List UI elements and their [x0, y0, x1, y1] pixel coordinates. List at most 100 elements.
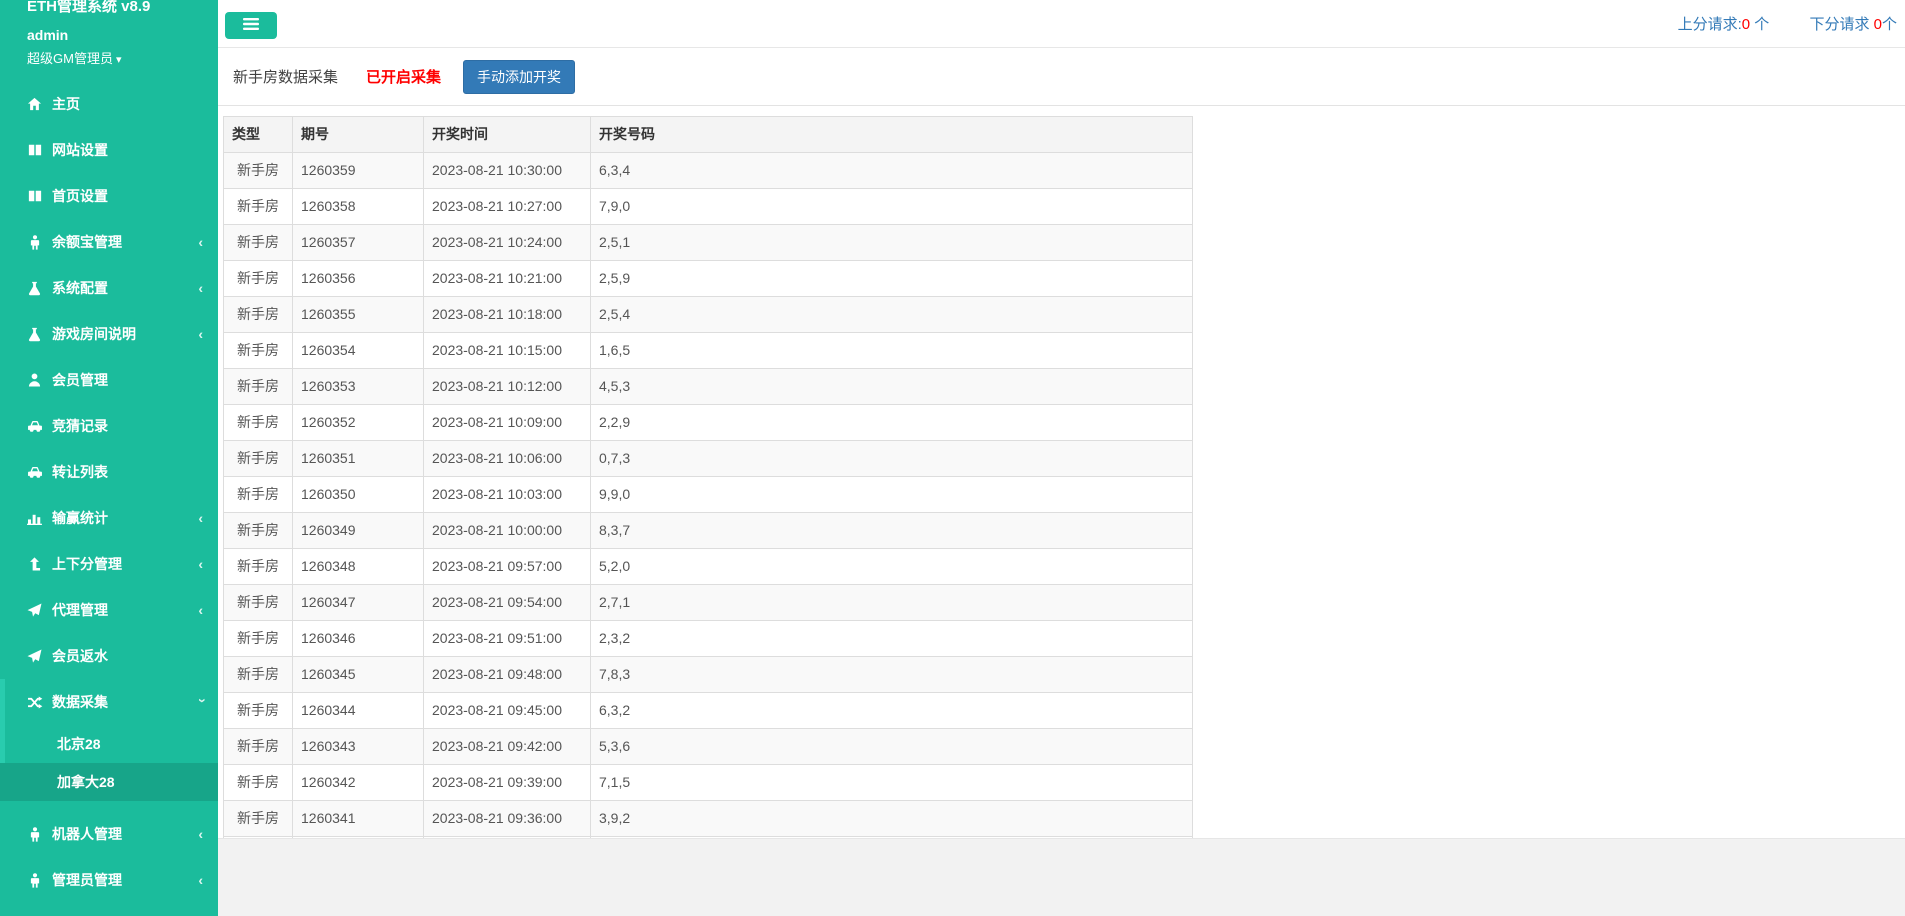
- cell-type: 新手房: [223, 368, 293, 405]
- page-title: 新手房数据采集: [233, 69, 339, 86]
- cell-issue-number: 1260345: [292, 656, 424, 693]
- sidebar-item-member-rebate[interactable]: 会员返水: [0, 633, 218, 679]
- car-icon: [26, 464, 43, 480]
- cell-type: 新手房: [223, 476, 293, 513]
- sidebar-item-admin-management[interactable]: 管理员管理 ‹: [0, 857, 218, 903]
- cell-type: 新手房: [223, 512, 293, 549]
- chevron-left-icon: ‹: [198, 872, 203, 888]
- sidebar-item-homepage-settings[interactable]: 首页设置: [0, 173, 218, 219]
- table-row: 新手房 1260351 2023-08-21 10:06:00 0,7,3: [223, 440, 1193, 477]
- user-name: admin: [27, 27, 69, 43]
- sidebar-toggle-button[interactable]: [225, 12, 277, 39]
- user-role-label: 超级GM管理员: [27, 51, 113, 66]
- sidebar-item-system-config[interactable]: 系统配置 ‹: [0, 265, 218, 311]
- hamburger-icon: [243, 18, 259, 33]
- cell-draw-time: 2023-08-21 09:36:00: [423, 800, 591, 837]
- cell-type: 新手房: [223, 620, 293, 657]
- sidebar-item-label: 数据采集: [52, 694, 108, 710]
- chevron-down-icon: ‹: [192, 698, 209, 703]
- main-area: 上分请求:0 个 下分请求 0个 新手房数据采集 已开启采集 手动添加开奖 类型…: [218, 0, 1905, 916]
- down-request-unit: 个: [1881, 16, 1897, 33]
- cell-issue-number: 1260358: [292, 188, 424, 225]
- cell-issue-number: 1260347: [292, 584, 424, 621]
- send-icon: [26, 648, 43, 664]
- cell-type: 新手房: [223, 404, 293, 441]
- down-request-link[interactable]: 下分请求 0个: [1809, 16, 1897, 33]
- cell-type: 新手房: [223, 152, 293, 189]
- chevron-left-icon: ‹: [198, 326, 203, 342]
- content-area: 类型 期号 开奖时间 开奖号码 新手房 1260359 2023-08-21 10:30:…: [218, 106, 1905, 838]
- cell-draw-numbers: 7,8,3: [590, 656, 1193, 693]
- sidebar-item-label: 代理管理: [52, 602, 108, 618]
- sidebar-item-home[interactable]: 主页: [0, 81, 218, 127]
- sidebar-item-winloss-stats[interactable]: 输赢统计 ‹: [0, 495, 218, 541]
- sidebar-item-label: 主页: [52, 96, 80, 112]
- user-role-dropdown[interactable]: 超级GM管理员 ▾: [0, 48, 218, 67]
- manual-add-draw-button[interactable]: 手动添加开奖: [463, 59, 576, 94]
- cell-draw-time: 2023-08-21 10:27:00: [423, 188, 591, 225]
- table-row: 新手房 1260345 2023-08-21 09:48:00 7,8,3: [223, 656, 1193, 693]
- male-icon: [26, 826, 43, 842]
- cell-type: 新手房: [223, 188, 293, 225]
- cell-type: 新手房: [223, 548, 293, 585]
- cell-issue-number: 1260357: [292, 224, 424, 261]
- cell-type: 新手房: [223, 296, 293, 333]
- sidebar-item-label: 会员返水: [52, 648, 108, 664]
- table-row: 新手房 1260348 2023-08-21 09:57:00 5,2,0: [223, 548, 1193, 585]
- cell-draw-numbers: 2,2,9: [590, 404, 1193, 441]
- cell-draw-time: 2023-08-21 09:39:00: [423, 764, 591, 801]
- cell-draw-numbers: 2,7,1: [590, 584, 1193, 621]
- sidebar-item-publish-notice[interactable]: 发布公告: [0, 903, 218, 916]
- table-row: 新手房 1260341 2023-08-21 09:36:00 3,9,2: [223, 800, 1193, 837]
- chevron-left-icon: ‹: [198, 556, 203, 572]
- cell-draw-time: 2023-08-21 09:45:00: [423, 692, 591, 729]
- sidebar-item-guess-records[interactable]: 竞猜记录: [0, 403, 218, 449]
- male-icon: [26, 872, 43, 888]
- cell-draw-numbers: 1,6,5: [590, 332, 1193, 369]
- sidebar-item-member-management[interactable]: 会员管理: [0, 357, 218, 403]
- cell-issue-number: 1260342: [292, 764, 424, 801]
- male-icon: [26, 234, 43, 250]
- table-row: 新手房 1260347 2023-08-21 09:54:00 2,7,1: [223, 584, 1193, 621]
- cell-issue-number: 1260354: [292, 332, 424, 369]
- cell-draw-numbers: 2,5,9: [590, 260, 1193, 297]
- sidebar-item-game-room-info[interactable]: 游戏房间说明 ‹: [0, 311, 218, 357]
- sidebar-item-transfer-list[interactable]: 转让列表: [0, 449, 218, 495]
- table-row: 新手房 1260356 2023-08-21 10:21:00 2,5,9: [223, 260, 1193, 297]
- cell-draw-numbers: 7,1,5: [590, 764, 1193, 801]
- sidebar-menu: 主页 网站设置 首页设置 余额宝管理 ‹ 系统配置 ‹ 游戏房间说明 ‹ 会员管理 竞猜记录 转让列表…: [0, 81, 218, 916]
- up-request-link[interactable]: 上分请求:0 个: [1678, 16, 1770, 33]
- cell-draw-numbers: 9,9,0: [590, 476, 1193, 513]
- cell-type: 新手房: [223, 728, 293, 765]
- car-icon: [26, 418, 43, 434]
- cell-issue-number: 1260346: [292, 620, 424, 657]
- sidebar-item-robot-management[interactable]: 机器人管理 ‹: [0, 811, 218, 857]
- sidebar-subitem-canada28[interactable]: 加拿大28: [0, 763, 218, 801]
- cell-type: 新手房: [223, 800, 293, 837]
- cell-issue-number: 1260355: [292, 296, 424, 333]
- cell-issue-number: 1260343: [292, 728, 424, 765]
- chevron-left-icon: ‹: [198, 602, 203, 618]
- send-icon: [26, 602, 43, 618]
- cell-draw-time: 2023-08-21 09:54:00: [423, 584, 591, 621]
- cell-draw-time: 2023-08-21 10:12:00: [423, 368, 591, 405]
- sidebar-item-data-collection[interactable]: 数据采集 ‹: [5, 679, 218, 725]
- sidebar-item-updown-management[interactable]: 上下分管理 ‹: [0, 541, 218, 587]
- cell-issue-number: 1260350: [292, 476, 424, 513]
- sidebar-item-yuebao-management[interactable]: 余额宝管理 ‹: [0, 219, 218, 265]
- table-row: 新手房 1260342 2023-08-21 09:39:00 7,1,5: [223, 764, 1193, 801]
- table-row: 新手房 1260350 2023-08-21 10:03:00 9,9,0: [223, 476, 1193, 513]
- sidebar-item-label: 余额宝管理: [52, 234, 122, 250]
- cell-issue-number: 1260344: [292, 692, 424, 729]
- cell-draw-time: 2023-08-21 10:06:00: [423, 440, 591, 477]
- sidebar-group-data-collection: 数据采集 ‹ 北京28 加拿大28: [0, 679, 218, 801]
- sidebar-item-agent-management[interactable]: 代理管理 ‹: [0, 587, 218, 633]
- sidebar-subitem-beijing28[interactable]: 北京28: [5, 725, 218, 763]
- sidebar-item-site-settings[interactable]: 网站设置: [0, 127, 218, 173]
- cell-draw-numbers: 7,9,0: [590, 188, 1193, 225]
- sidebar-item-label: 网站设置: [52, 142, 108, 158]
- columns-icon: [26, 142, 43, 158]
- cell-draw-time: 2023-08-21 10:09:00: [423, 404, 591, 441]
- level-up-icon: [26, 556, 43, 572]
- cell-draw-time: 2023-08-21 09:42:00: [423, 728, 591, 765]
